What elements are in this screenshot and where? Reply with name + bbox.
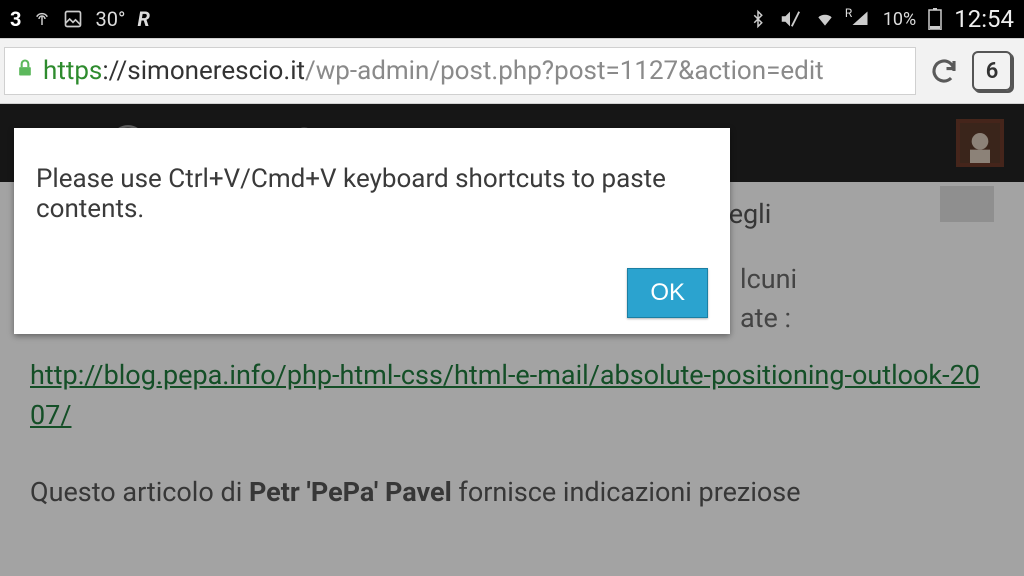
wifi-icon [813,9,837,29]
url-field[interactable]: https://simonerescio.it/wp-admin/post.ph… [4,47,916,95]
content-fragment-side: lcuni ate : [740,260,797,338]
bluetooth-icon [749,8,767,30]
url-domain: simonerescio.it [127,56,305,86]
url-scheme: https [43,56,102,86]
mute-icon [779,8,801,30]
antenna-icon [33,10,51,28]
picture-icon [63,9,83,29]
dialog-actions: OK [36,268,708,318]
url-path: /wp-admin/post.php?post=1127&action=edit [305,56,824,86]
tabs-count: 6 [986,59,999,84]
rockstar-icon: R [137,7,149,31]
reload-button[interactable] [926,53,962,89]
ok-button[interactable]: OK [627,268,708,318]
url-sep: :// [102,56,127,86]
side-line-1: lcuni [740,260,797,299]
dialog-message: Please use Ctrl+V/Cmd+V keyboard shortcu… [36,164,708,224]
status-right: R 10% 12:54 [749,5,1014,33]
battery-percent: 10% [883,9,916,30]
status-temperature: 30° [95,7,125,31]
roaming-indicator: R [845,6,852,20]
side-line-2: ate : [740,299,797,338]
status-time: 12:54 [954,5,1014,33]
paste-dialog: Please use Ctrl+V/Cmd+V keyboard shortcu… [14,128,730,334]
status-left: 3 30° R [10,7,737,31]
battery-icon [928,8,942,30]
signal-icon: R [849,10,871,28]
browser-url-bar: https://simonerescio.it/wp-admin/post.ph… [0,38,1024,104]
lock-icon [15,56,35,86]
carrier-three-icon: 3 [10,7,21,31]
tabs-button[interactable]: 6 [972,51,1012,91]
android-status-bar: 3 30° R R 10% 12:54 [0,0,1024,38]
app-area: termini di trend di sviluppo, anzi sono … [0,104,1024,576]
